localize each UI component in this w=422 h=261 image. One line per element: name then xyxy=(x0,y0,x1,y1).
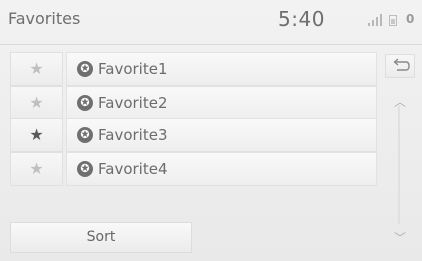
top-bar: Favorites 5:40 0 xyxy=(0,0,422,45)
scroll-down-icon[interactable]: ﹀ xyxy=(394,229,406,246)
favorite-item-4[interactable]: ✪ Favorite4 xyxy=(66,152,377,186)
favorite-item-1[interactable]: ✪ Favorite1 xyxy=(66,52,377,86)
star-toggle-3[interactable]: ★ xyxy=(10,118,63,152)
star-toggle-2[interactable]: ★ xyxy=(10,86,63,120)
notification-count: 0 xyxy=(406,12,415,26)
favorite-row: ★ ✪ Favorite3 xyxy=(10,118,377,152)
favorite-item-2[interactable]: ✪ Favorite2 xyxy=(66,86,377,120)
battery-icon xyxy=(389,15,397,26)
star-toggle-1[interactable]: ★ xyxy=(10,52,63,86)
favorite-item-3[interactable]: ✪ Favorite3 xyxy=(66,118,377,152)
sort-button[interactable]: Sort xyxy=(10,222,192,253)
favorite-icon: ✪ xyxy=(77,95,93,111)
scrollbar[interactable] xyxy=(398,106,400,224)
star-toggle-4[interactable]: ★ xyxy=(10,152,63,186)
scroll-up-icon[interactable]: ︿ xyxy=(394,93,406,110)
favorite-label: Favorite2 xyxy=(98,94,168,112)
clock: 5:40 xyxy=(278,7,325,31)
back-button[interactable] xyxy=(385,54,415,78)
favorite-icon: ✪ xyxy=(77,61,93,77)
page-title: Favorites xyxy=(8,9,81,28)
favorite-icon: ✪ xyxy=(77,127,93,143)
signal-icon xyxy=(368,14,382,26)
favorite-row: ★ ✪ Favorite1 xyxy=(10,52,377,86)
favorites-screen: Favorites 5:40 0 ★ ✪ Favorite1 ★ ✪ Favor… xyxy=(0,0,422,261)
favorite-icon: ✪ xyxy=(77,161,93,177)
back-arrow-icon xyxy=(393,58,410,71)
favorite-label: Favorite3 xyxy=(98,126,168,144)
favorite-row: ★ ✪ Favorite4 xyxy=(10,152,377,186)
favorite-row: ★ ✪ Favorite2 xyxy=(10,86,377,120)
favorite-label: Favorite4 xyxy=(98,160,168,178)
favorite-label: Favorite1 xyxy=(98,60,168,78)
